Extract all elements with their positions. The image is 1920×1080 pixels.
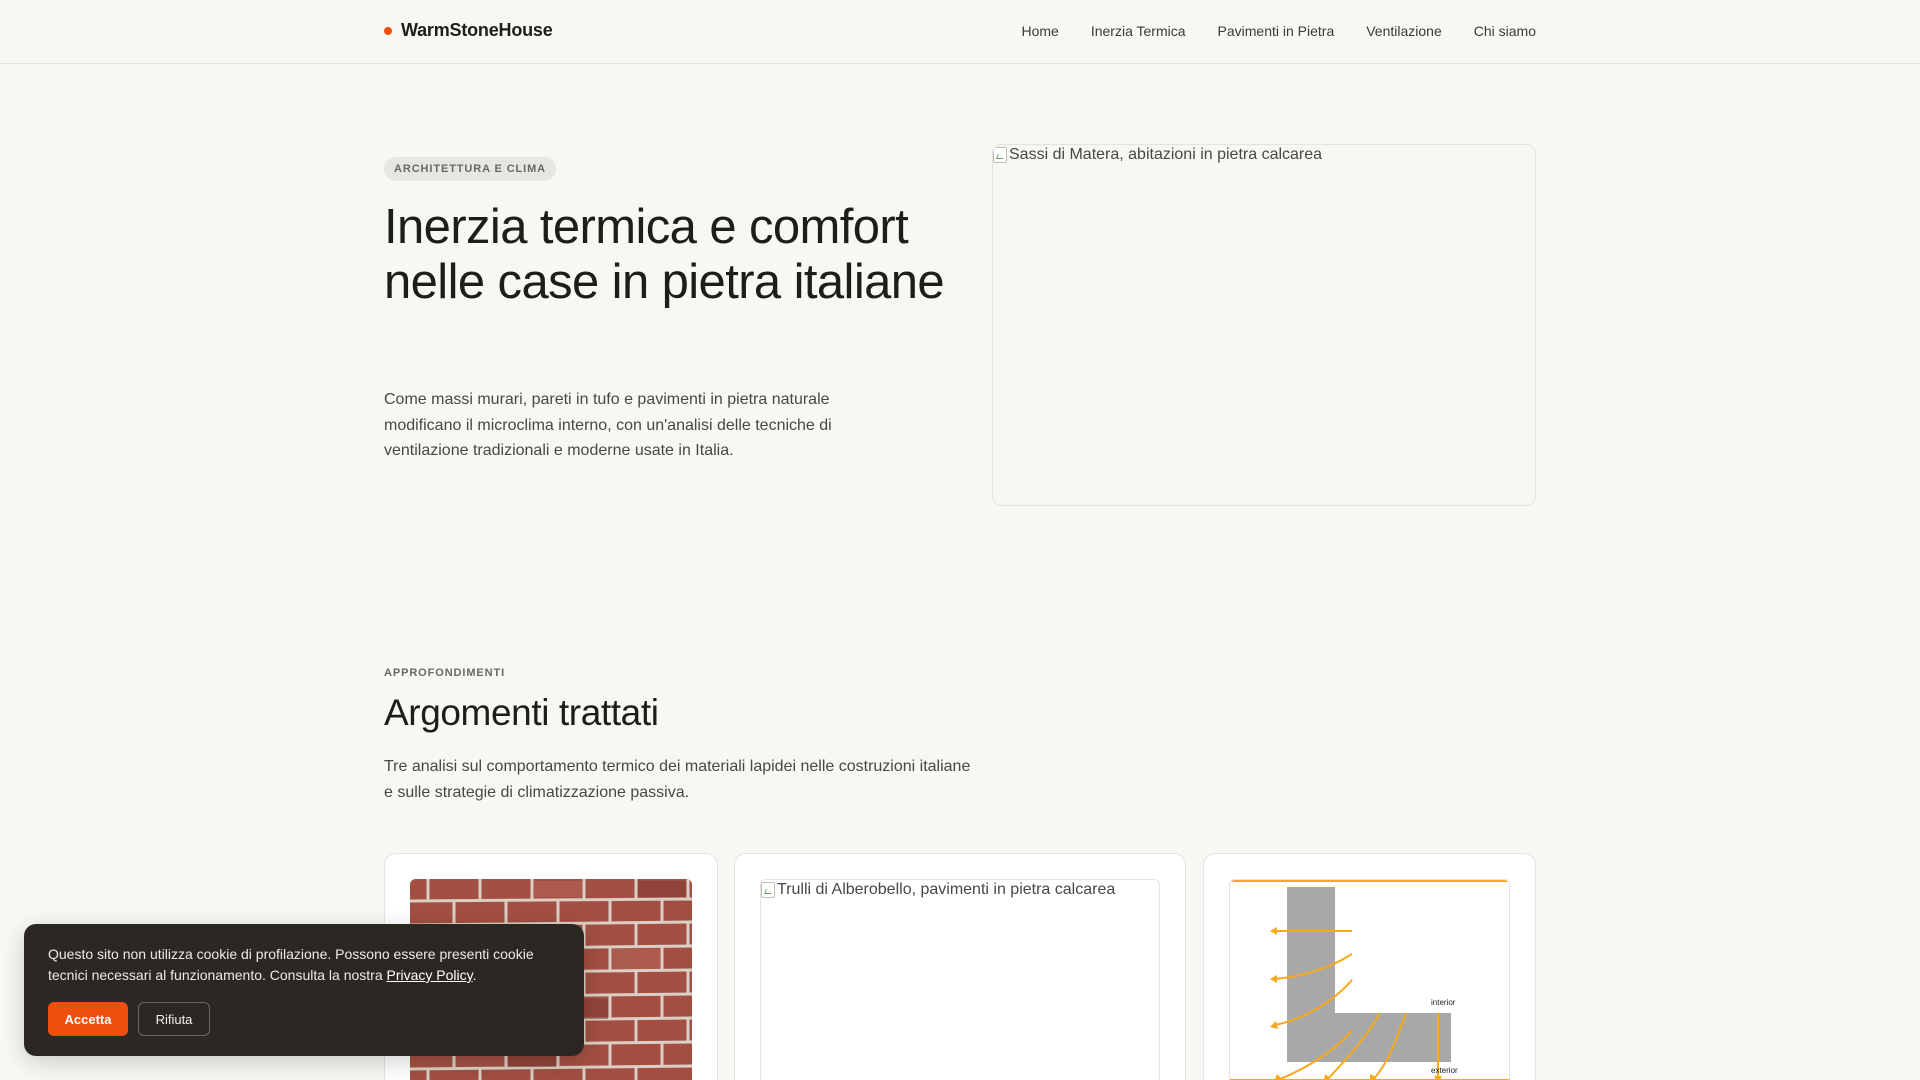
broken-image-icon <box>993 147 1007 163</box>
broken-image-icon <box>761 882 775 898</box>
nav-inerzia-termica[interactable]: Inerzia Termica <box>1091 23 1186 39</box>
hero-image: Sassi di Matera, abitazioni in pietra ca… <box>992 144 1536 506</box>
thermal-bridge-diagram: interior exterior <box>1230 880 1509 1080</box>
diagram-label-interior: interior <box>1431 998 1456 1007</box>
topics-description: Tre analisi sul comportamento termico de… <box>384 758 971 801</box>
site-header: WarmStoneHouse Home Inerzia Termica Pavi… <box>0 0 1920 64</box>
hero-description: Come massi murari, pareti in tufo e pavi… <box>384 391 832 459</box>
thermal-diagram-image: interior exterior <box>1229 879 1510 1080</box>
trulli-image: Trulli di Alberobello, pavimenti in piet… <box>760 879 1160 1080</box>
nav-chi-siamo[interactable]: Chi siamo <box>1474 23 1536 39</box>
nav-ventilazione[interactable]: Ventilazione <box>1366 23 1442 39</box>
cookie-suffix: . <box>472 967 477 983</box>
accept-cookies-button[interactable]: Accetta <box>48 1002 128 1036</box>
nav-home[interactable]: Home <box>1021 23 1058 39</box>
topics-eyebrow: APPROFONDIMENTI <box>384 667 506 679</box>
reject-cookies-button[interactable]: Rifiuta <box>138 1002 210 1036</box>
hero-image-alt-text: Sassi di Matera, abitazioni in pietra ca… <box>1009 146 1323 163</box>
brand-dot-icon <box>384 26 392 35</box>
diagram-label-exterior: exterior <box>1431 1066 1458 1075</box>
trulli-image-alt: Trulli di Alberobello, pavimenti in piet… <box>761 880 1159 900</box>
cookie-text: Questo sito non utilizza cookie di profi… <box>48 944 568 986</box>
privacy-policy-link[interactable]: Privacy Policy <box>387 967 473 983</box>
main-nav: Home Inerzia Termica Pavimenti in Pietra… <box>1021 23 1536 39</box>
topic-card-thermal-diagram[interactable]: interior exterior <box>1203 853 1536 1080</box>
nav-pavimenti-in-pietra[interactable]: Pavimenti in Pietra <box>1218 23 1335 39</box>
topics-title: Argomenti trattati <box>384 692 659 733</box>
hero-image-alt: Sassi di Matera, abitazioni in pietra ca… <box>993 145 1535 165</box>
trulli-image-alt-text: Trulli di Alberobello, pavimenti in piet… <box>777 881 1116 898</box>
cookie-banner: Questo sito non utilizza cookie di profi… <box>24 924 584 1056</box>
hero-title: Inerzia termica e comfort nelle case in … <box>384 200 945 309</box>
topic-card-trulli[interactable]: Trulli di Alberobello, pavimenti in piet… <box>734 853 1186 1080</box>
brand-logo-link[interactable]: WarmStoneHouse <box>384 20 553 41</box>
hero-eyebrow-badge: ARCHITETTURA E CLIMA <box>384 157 557 181</box>
brand-name: WarmStoneHouse <box>401 20 553 40</box>
